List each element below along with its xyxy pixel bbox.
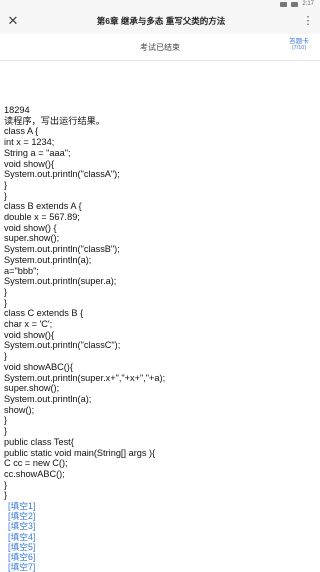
code-line: } [4, 297, 8, 308]
more-options-icon[interactable]: ⋮ [296, 15, 320, 27]
answer-card-label: 答题卡 [289, 38, 309, 45]
code-line: void show(){ [4, 329, 55, 340]
status-bar: 2:17 [0, 0, 320, 8]
code-line: } [4, 351, 8, 362]
code-line: super.show(); [4, 233, 60, 244]
code-line: void show(){ [4, 158, 55, 169]
code-block: class A {int x = 1234; String a = "aaa"; v… [4, 126, 316, 501]
code-line: public static void main(String[] args ){ [4, 447, 156, 458]
code-line: System.out.println(super.a); [4, 276, 117, 287]
battery-icon [291, 1, 299, 7]
code-line: double x = 567.89; [4, 212, 80, 223]
blank-link-1[interactable]: [填空1] [8, 501, 316, 511]
code-line: class A { [4, 126, 39, 137]
answer-card-button[interactable]: 答题卡 (7/10) [284, 38, 314, 51]
title-bar: ✕ 第6章 继承与多态 重写父类的方法 ⋮ [0, 8, 320, 34]
code-line: } [4, 490, 8, 501]
code-line: System.out.println(a); [4, 254, 92, 265]
blank-link-6[interactable]: [填空6] [8, 552, 316, 562]
code-line: System.out.println("classB"); [4, 244, 120, 255]
status-time: 2:17 [302, 1, 314, 7]
question-content: 18294 读程序，写出运行结果。 class A {int x = 1234;… [0, 61, 320, 501]
code-line: class C extends B { [4, 308, 84, 319]
exam-status: 考试已结束 [140, 42, 180, 52]
code-line: show(); [4, 404, 35, 415]
exam-status-bar: 考试已结束 答题卡 (7/10) [0, 34, 320, 61]
question-prompt: 读程序，写出运行结果。 [4, 115, 106, 126]
page-title: 第6章 继承与多态 重写父类的方法 [96, 16, 226, 26]
blank-link-2[interactable]: [填空2] [8, 511, 316, 521]
code-line: String a = "aaa"; [4, 147, 71, 158]
code-line: System.out.println("classA"); [4, 169, 120, 180]
blank-list: [填空1] [填空2] [填空3] [填空4] [填空5] [填空6] [填空7] [0, 501, 320, 572]
code-line: } [4, 190, 8, 201]
code-line: void showABC(){ [4, 361, 73, 372]
code-line: System.out.println(a); [4, 393, 92, 404]
code-line: } [4, 426, 8, 437]
answer-card-progress: (7/10) [291, 45, 307, 52]
blank-link-3[interactable]: [填空3] [8, 521, 316, 531]
code-line: System.out.println("classC"); [4, 340, 121, 351]
code-line: char x = 'C'; [4, 319, 53, 330]
code-line: System.out.println(super.x+","+x+","+a); [4, 372, 166, 383]
code-line: } [4, 479, 8, 490]
code-line: } [4, 179, 8, 190]
wifi-icon [280, 1, 288, 7]
question-id: 18294 [4, 105, 30, 115]
code-line: cc.showABC(); [4, 468, 65, 479]
blank-link-7[interactable]: [填空7] [8, 562, 316, 572]
blank-link-5[interactable]: [填空5] [8, 542, 316, 552]
code-line: a="bbb"; [4, 265, 39, 276]
code-line: void show() { [4, 222, 57, 233]
code-line: public class Test{ [4, 436, 74, 447]
code-line: class B extends A { [4, 201, 82, 212]
code-line: C cc = new C(); [4, 458, 68, 469]
blank-link-4[interactable]: [填空4] [8, 532, 316, 542]
code-line: int x = 1234; [4, 137, 55, 148]
code-line: super.show(); [4, 383, 60, 394]
code-line: } [4, 415, 8, 426]
close-icon[interactable]: ✕ [0, 13, 26, 29]
code-line: } [4, 286, 8, 297]
